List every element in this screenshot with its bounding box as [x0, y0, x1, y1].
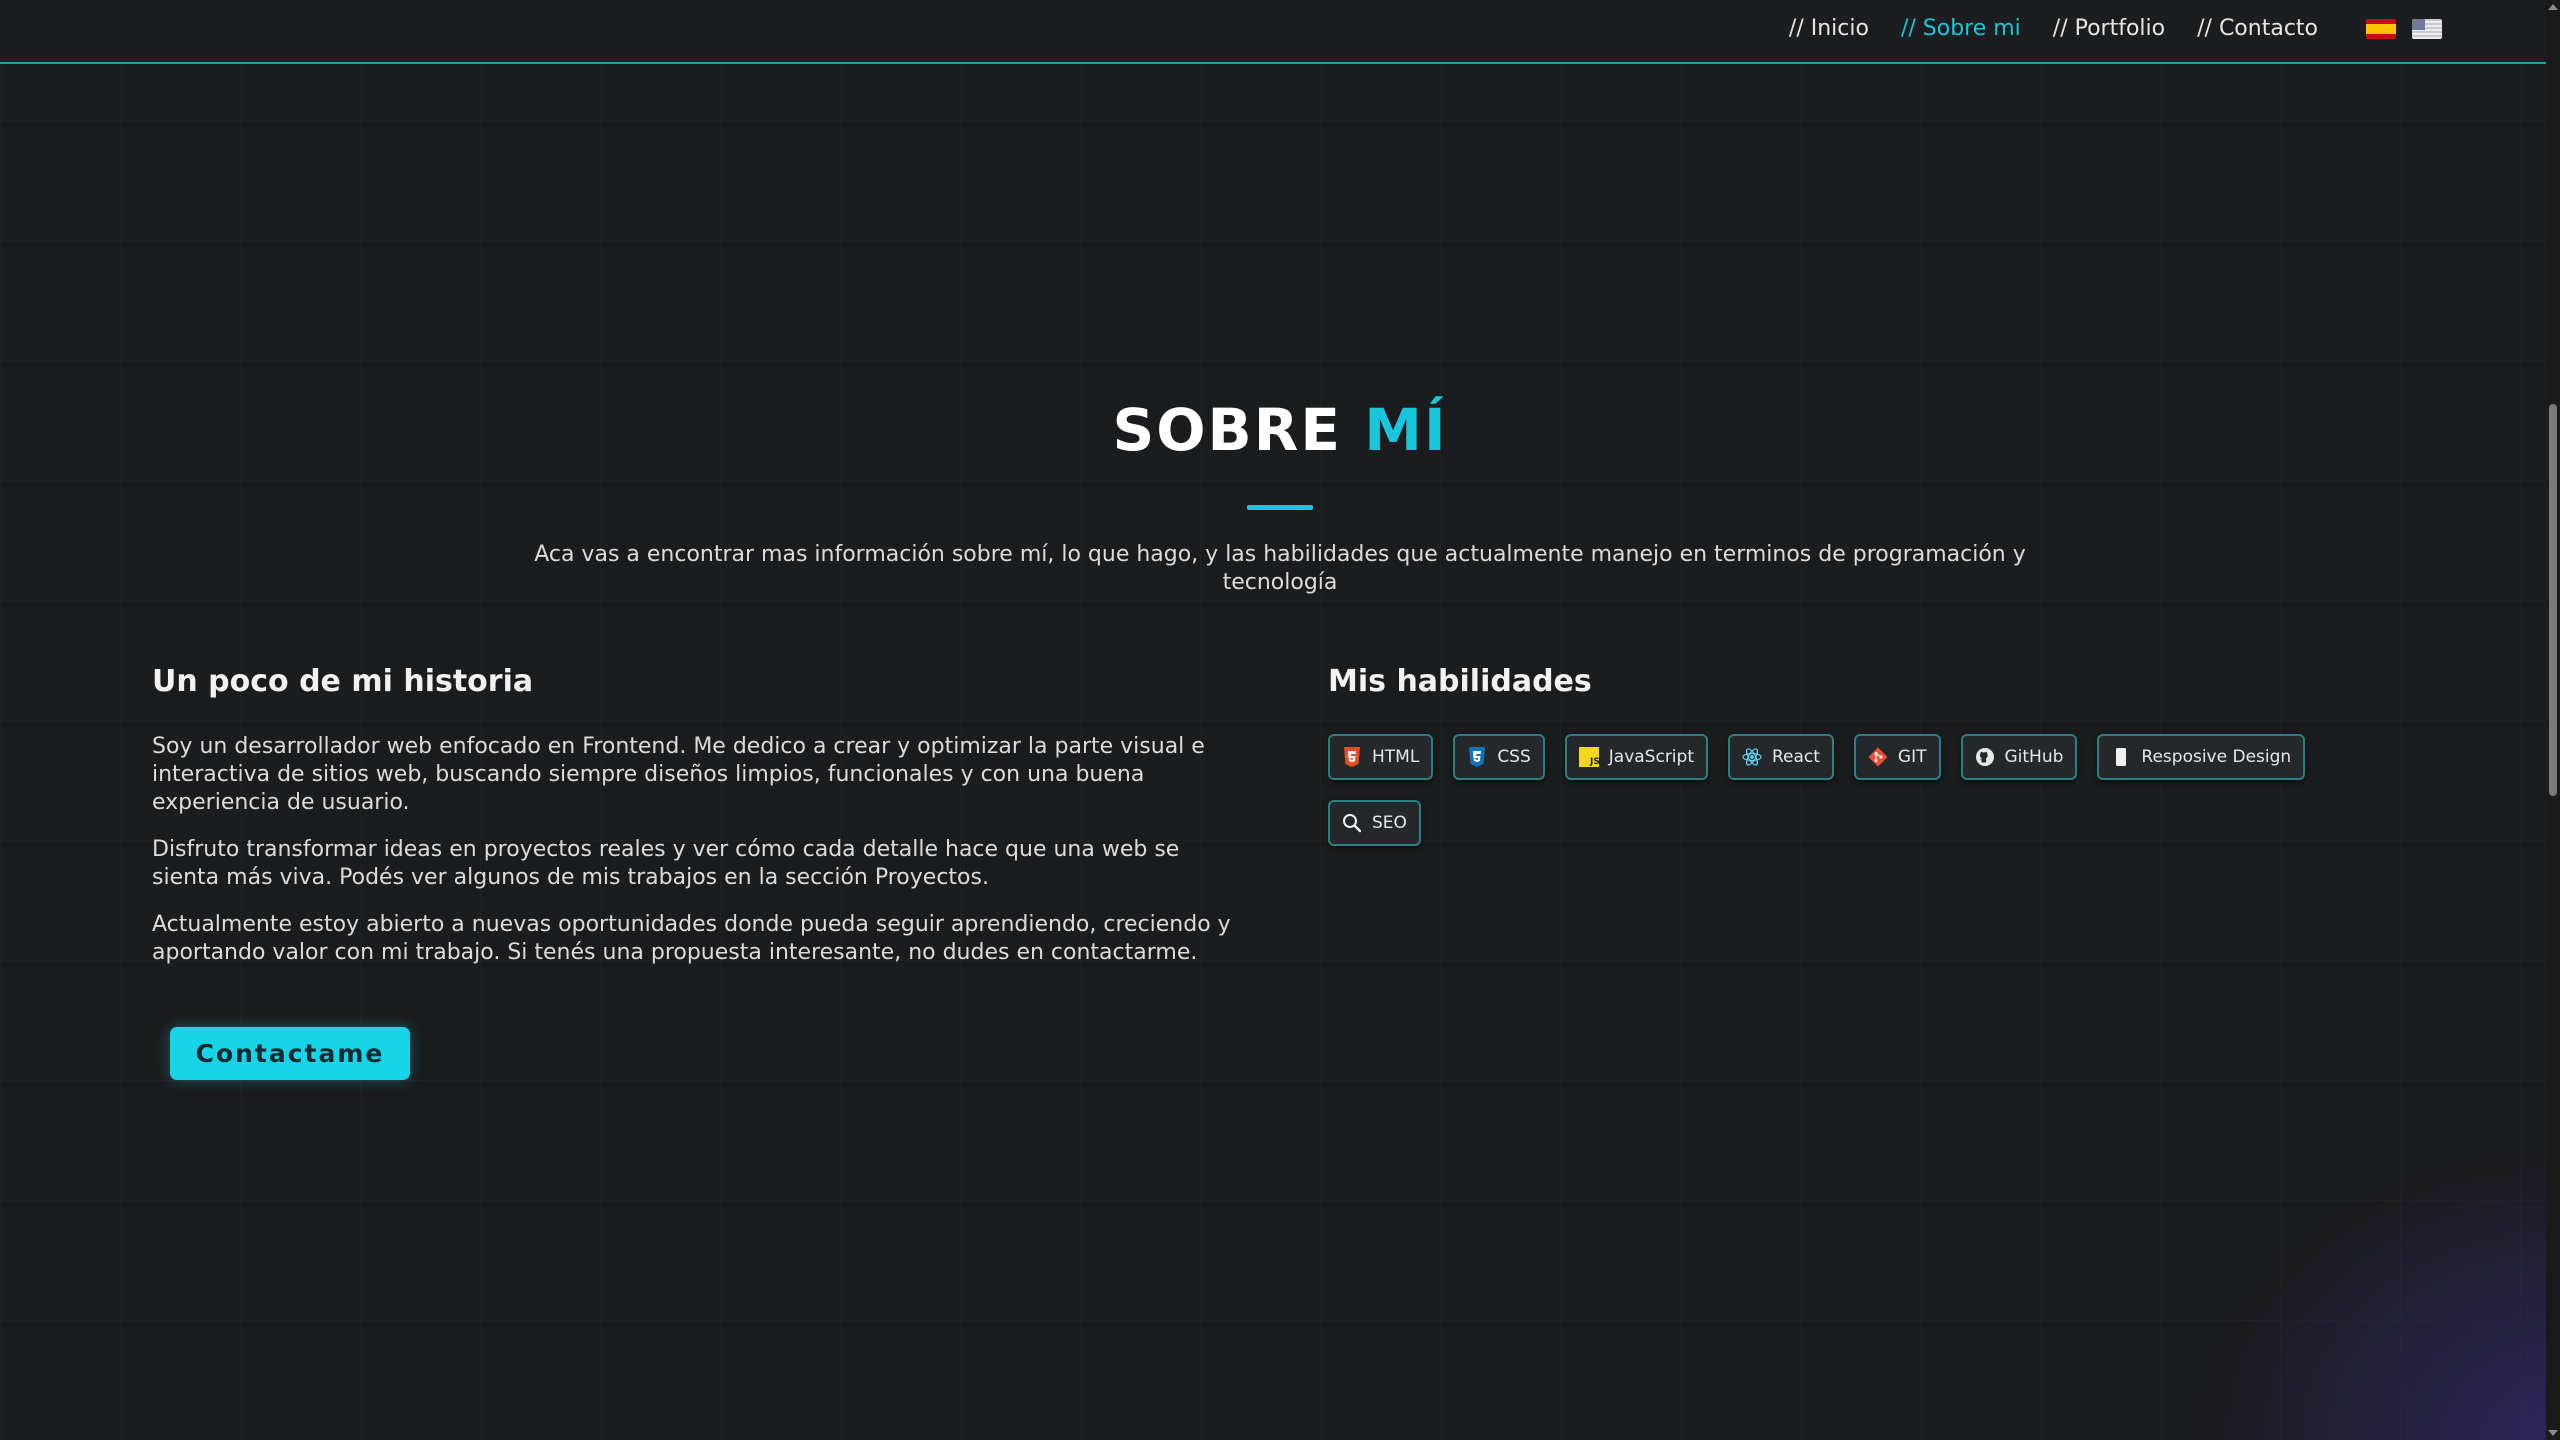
nav-link-inicio[interactable]: // Inicio [1789, 16, 1869, 41]
git-icon [1868, 747, 1888, 767]
title-underline [1247, 505, 1313, 510]
scroll-up-arrow-icon[interactable] [2548, 4, 2558, 10]
skill-label: JavaScript [1608, 747, 1694, 767]
skill-label: HTML [1372, 747, 1420, 767]
usa-flag-icon[interactable] [2412, 19, 2442, 39]
skill-badge-html[interactable]: HTML [1328, 734, 1434, 780]
section-intro: Aca vas a encontrar mas información sobr… [534, 542, 2026, 595]
svg-text:JS: JS [1589, 757, 1599, 767]
nav-links: // Inicio // Sobre mi // Portfolio // Co… [1789, 16, 2318, 41]
language-switcher [2366, 19, 2442, 39]
skill-badge-seo[interactable]: SEO [1328, 800, 1421, 846]
react-icon [1742, 747, 1762, 767]
navbar: // Inicio // Sobre mi // Portfolio // Co… [0, 0, 2546, 64]
skill-badge-css[interactable]: CSS [1453, 734, 1545, 780]
javascript-icon: JS [1578, 747, 1599, 767]
skills-heading: Mis habilidades [1328, 664, 1592, 699]
skill-label: GitHub [2004, 747, 2064, 767]
skill-badge-responsive-design[interactable]: Resposive Design [2097, 734, 2306, 780]
story-paragraph: Disfruto transformar ideas en proyectos … [152, 837, 1180, 890]
story-heading: Un poco de mi historia [152, 664, 534, 699]
story-paragraph: Soy un desarrollador web enfocado en Fro… [152, 734, 1205, 815]
scroll-down-arrow-icon[interactable] [2548, 1430, 2558, 1436]
skill-badge-react[interactable]: React [1727, 734, 1834, 780]
story-text: Soy un desarrollador web enfocado en Fro… [152, 733, 1232, 986]
skills-list: HTML CSS JS JavaScript React GIT GitHub … [1328, 734, 2368, 846]
css3-icon [1467, 747, 1487, 767]
section-title: SOBRE MÍ [0, 396, 2560, 464]
html5-icon [1342, 747, 1362, 767]
skill-badge-github[interactable]: GitHub [1960, 734, 2078, 780]
section-title-main: SOBRE [1112, 396, 1365, 464]
mobile-device-icon [2111, 747, 2131, 767]
github-icon [1975, 747, 1995, 767]
page: // Inicio // Sobre mi // Portfolio // Co… [0, 0, 2560, 1440]
nav-link-sobre-mi[interactable]: // Sobre mi [1901, 16, 2021, 41]
nav-link-portfolio[interactable]: // Portfolio [2053, 16, 2165, 41]
skill-label: CSS [1497, 747, 1531, 767]
skill-label: Resposive Design [2141, 747, 2292, 767]
search-icon [1342, 813, 1362, 833]
skill-label: React [1771, 747, 1820, 767]
skill-label: GIT [1897, 747, 1927, 767]
skill-badge-git[interactable]: GIT [1853, 734, 1941, 780]
scrollbar[interactable] [2546, 0, 2560, 1440]
skill-label: SEO [1372, 813, 1407, 833]
contact-button[interactable]: Contactame [170, 1027, 410, 1080]
spain-flag-icon[interactable] [2366, 19, 2396, 39]
section-title-accent: MÍ [1364, 396, 1448, 464]
nav-link-contacto[interactable]: // Contacto [2197, 16, 2318, 41]
skill-badge-javascript[interactable]: JS JavaScript [1564, 734, 1708, 780]
story-paragraph: Actualmente estoy abierto a nuevas oport… [152, 912, 1231, 965]
